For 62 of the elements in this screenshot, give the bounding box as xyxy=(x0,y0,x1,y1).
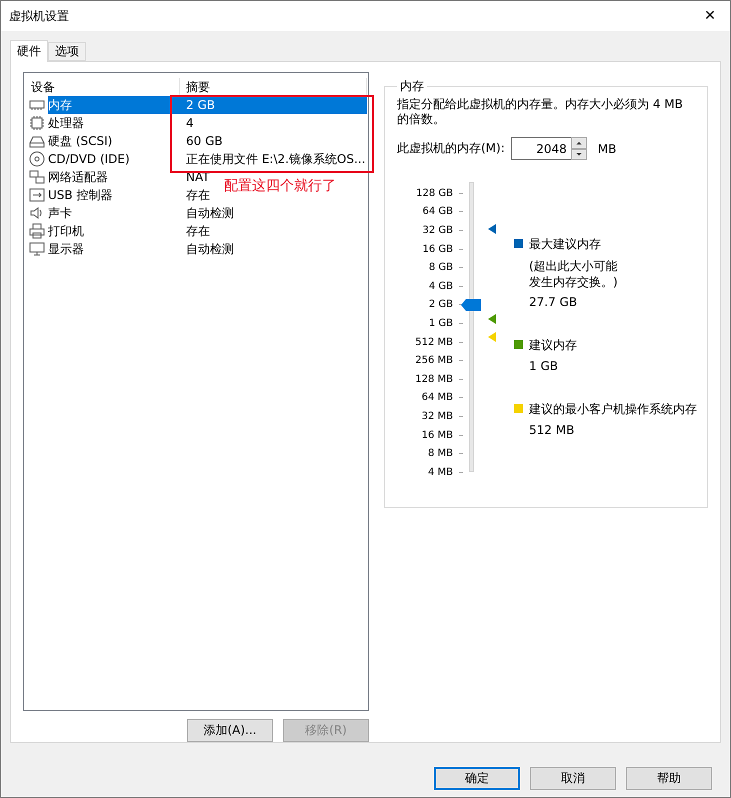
memory-description: 指定分配给此虚拟机的内存量。内存大小必须为 4 MB 的倍数。 xyxy=(397,97,684,127)
legend-value: 27.7 GB xyxy=(529,295,578,309)
tick-label: 4 GB xyxy=(428,280,453,292)
device-name[interactable]: 打印机 xyxy=(48,222,84,240)
tick-label: 1 GB xyxy=(428,318,453,329)
device-summary: 2 GB xyxy=(180,96,367,114)
device-name[interactable]: 硬盘 (SCSI) xyxy=(48,132,112,150)
tab[interactable]: 选项 xyxy=(48,42,86,61)
window-title: 虚拟机设置 xyxy=(9,8,69,24)
tick-label: 64 GB xyxy=(422,206,453,218)
tick-label: 8 MB xyxy=(428,448,453,460)
monitor-icon xyxy=(29,241,45,257)
field-label: 此虚拟机的内存(M): xyxy=(397,140,505,157)
group-title: 内存 xyxy=(399,78,425,95)
tick-label: 512 MB xyxy=(415,336,453,348)
device-summary: 60 GB xyxy=(185,133,223,150)
legend-label: 建议内存 xyxy=(529,337,577,354)
close-button[interactable]: ✕ xyxy=(690,1,730,31)
device-name[interactable]: 内存 xyxy=(48,96,180,114)
tick-label: 256 MB xyxy=(415,355,453,366)
tick-label: 128 MB xyxy=(415,374,453,385)
device-summary: 4 xyxy=(185,115,194,132)
tick-label: 32 MB xyxy=(422,410,453,422)
device-name[interactable]: 网络适配器 xyxy=(48,168,108,186)
legend-note: (超出此大小可能发生内存交换。) xyxy=(529,258,619,290)
tick-label: 8 GB xyxy=(428,262,453,274)
device-name[interactable]: 显示器 xyxy=(48,240,84,258)
dialog-button[interactable]: 确定 xyxy=(434,767,520,790)
legend-label: 建议的最小客户机操作系统内存 xyxy=(529,401,697,418)
device-summary: 存在 xyxy=(185,223,210,240)
legend-value: 1 GB xyxy=(529,359,559,373)
legend-label: 最大建议内存 xyxy=(529,236,602,253)
network-icon xyxy=(29,169,45,185)
tab[interactable]: 硬件 xyxy=(10,40,48,62)
tick-label: 2 GB xyxy=(428,299,453,310)
printer-icon xyxy=(29,223,45,239)
tick-label: 4 MB xyxy=(428,466,453,478)
unit-label: MB xyxy=(598,142,616,156)
device-summary: 存在 xyxy=(185,187,210,204)
add-button[interactable]: 添加(A)... xyxy=(187,719,273,742)
device-name[interactable]: CD/DVD (IDE) xyxy=(48,150,130,168)
usb-icon xyxy=(29,187,45,203)
tick-label: 16 MB xyxy=(422,430,453,441)
device-summary: 自动检测 xyxy=(185,241,234,258)
tick-label: 64 MB xyxy=(422,392,453,404)
tick-label: 32 GB xyxy=(422,224,453,236)
slider-thumb[interactable] xyxy=(461,298,481,311)
legend-value: 512 MB xyxy=(529,423,576,437)
annotation-text: 配置这四个就行了 xyxy=(224,177,336,195)
device-summary: 正在使用文件 E:\2.镜像系统OS... xyxy=(185,151,366,168)
disc-icon xyxy=(29,151,45,167)
dialog-button[interactable]: 取消 xyxy=(530,767,616,790)
device-name[interactable]: 处理器 xyxy=(48,114,84,132)
tick-label: 16 GB xyxy=(422,244,453,255)
tick-label: 128 GB xyxy=(416,188,453,199)
column-header[interactable]: 摘要 xyxy=(180,78,367,96)
device-name[interactable]: 声卡 xyxy=(48,204,72,222)
device-name[interactable]: USB 控制器 xyxy=(48,186,112,204)
chip-icon xyxy=(29,115,45,131)
dialog-button[interactable]: 帮助 xyxy=(626,767,712,790)
memory-input[interactable]: 2048 xyxy=(510,137,571,160)
device-summary: 自动检测 xyxy=(185,205,234,222)
